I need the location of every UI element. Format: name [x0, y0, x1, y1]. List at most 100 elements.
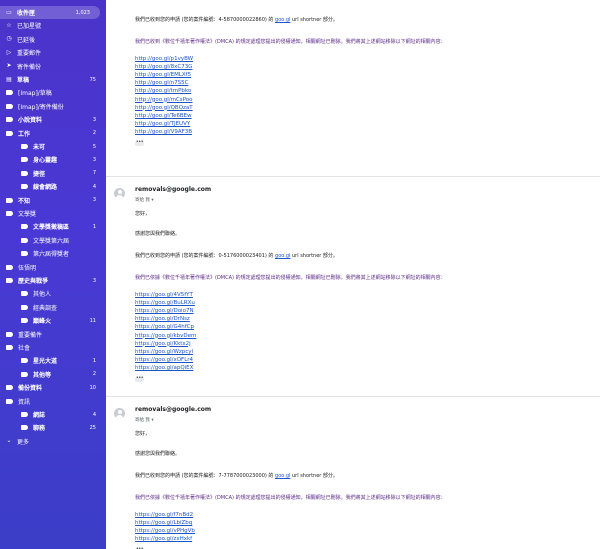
unread-count: 4	[92, 411, 96, 418]
tag-icon	[21, 237, 28, 243]
unread-count: 5	[92, 143, 96, 150]
sidebar-item[interactable]: 第六屆得獎者	[0, 247, 106, 260]
sidebar-item[interactable]: 文學獎	[0, 207, 106, 220]
sidebar-item[interactable]: 社會	[0, 341, 106, 354]
sidebar-item-label: 草稿	[17, 77, 30, 84]
removed-url-link[interactable]: http://goo.gl/TJEUVY	[135, 121, 190, 127]
sidebar-item[interactable]: 歷史與戰爭 3	[0, 274, 106, 287]
sidebar-item[interactable]: 聊務 25	[0, 421, 106, 434]
case-received-line: 我們已收到您的申請 (您的案件編號：4-5870000022860) 的 goo…	[135, 16, 338, 23]
sidebar-item[interactable]: ▷ 重要郵件	[0, 46, 106, 59]
removed-url-link[interactable]: https://goo.gl/G4hfCp	[135, 324, 194, 330]
case-received-suffix: url shortner 部分。	[291, 253, 338, 259]
sidebar-item-label: 已延後	[17, 36, 36, 44]
sidebar-item-label: 歷史與戰爭	[18, 278, 49, 285]
removed-url-link[interactable]: https://goo.gl/LbiZbq	[135, 520, 192, 526]
sidebar-item[interactable]: 其他等 2	[0, 368, 106, 381]
show-trimmed-content-button[interactable]: •••	[135, 140, 144, 146]
sidebar-item[interactable]: ⌄ 更多	[0, 435, 106, 448]
sidebar-item[interactable]: ➤ 寄件備份	[0, 60, 106, 73]
tag-icon	[21, 358, 28, 364]
removed-url-link[interactable]: https://goo.gl/Doio7N	[135, 308, 194, 314]
sidebar-item[interactable]: 工作 2	[0, 127, 106, 140]
sidebar-item-label: 社會	[18, 345, 31, 352]
removed-url-link[interactable]: https://goo.gl/vPHgVb	[135, 528, 195, 534]
sidebar-item[interactable]: 網誌 4	[0, 408, 106, 421]
removed-url-link[interactable]: https://goo.gl/Wzpcyl	[135, 349, 193, 355]
sidebar-item[interactable]: 備份資料 10	[0, 381, 106, 394]
removed-url-link[interactable]: https://goo.gl/4V5fYT	[135, 292, 193, 298]
sidebar-item[interactable]: [Imap]/草稿	[0, 86, 106, 99]
sidebar-item[interactable]: 不知 3	[0, 194, 106, 207]
sidebar-item[interactable]: 未可 5	[0, 140, 106, 153]
goo-gl-link[interactable]: goo.gl	[275, 473, 290, 479]
sidebar-item-label: 不知	[18, 197, 31, 205]
goo-gl-link[interactable]: goo.gl	[275, 17, 290, 23]
unread-count: 75	[89, 76, 96, 83]
removed-url-link[interactable]: http://goo.gl/V9AF3B	[135, 129, 192, 135]
removed-url-link[interactable]: http://goo.gl/EMLXf5	[135, 72, 191, 78]
dmca-notice-text: 我們已依據《數位千禧年著作權法》(DMCA) 的規定處理您提出的侵權通知，相關網…	[135, 275, 446, 281]
sidebar-item[interactable]: 小說資料 3	[0, 113, 106, 126]
sidebar-item[interactable]: ▭ 收件匣 1,023	[0, 6, 100, 19]
sidebar-item-label: 經典調查	[33, 304, 58, 312]
removed-url-link[interactable]: http://goo.gl/n7S5C	[135, 80, 188, 86]
sidebar-item[interactable]: [Imap]/寄件備份	[0, 100, 106, 113]
removed-url-link[interactable]: https://goo.gl/apQiEX	[135, 365, 193, 371]
sidebar-item[interactable]: 星光大道 1	[0, 354, 106, 367]
sidebar-item[interactable]: ☆ 已加星號	[0, 19, 106, 32]
removed-url-link[interactable]: http://goo.gl/Te6BEw	[135, 113, 192, 119]
sender-address: removals@google.com	[135, 186, 212, 193]
show-trimmed-content-button[interactable]: •••	[135, 376, 144, 382]
sidebar-item-label: 聊務	[33, 425, 46, 433]
unread-count: 11	[89, 317, 96, 324]
tag-icon	[6, 331, 13, 337]
sidebar-item[interactable]: 資訊	[0, 395, 106, 408]
unread-count: 4	[92, 183, 96, 190]
sidebar-item[interactable]: 線會網路 4	[0, 180, 106, 193]
removed-url-link[interactable]: https://goo.gl/kbvDem	[135, 333, 196, 339]
tag-icon	[6, 103, 13, 109]
removed-url-link[interactable]: https://goo.gl/DrNsz	[135, 316, 190, 322]
sidebar-item-label: 星光大道	[33, 358, 58, 366]
unread-count: 7	[92, 170, 96, 177]
removed-url-link[interactable]: https://goo.gl/zxHxkf	[135, 536, 192, 542]
unread-count: 3	[92, 197, 96, 204]
removed-url-link[interactable]: http://goo.gl/mCsPoo	[135, 97, 193, 103]
removed-url-link[interactable]: http://goo.gl/QBQzaT	[135, 105, 193, 111]
removed-url-link[interactable]: https://goo.gl/Kktx2j	[135, 341, 191, 347]
sidebar-item[interactable]: 文學獎徵稿區 1	[0, 220, 106, 233]
recipient-dropdown[interactable]: 寄給 我 ▾	[135, 197, 154, 203]
tag-icon	[6, 117, 13, 123]
removed-url-link[interactable]: http://goo.gl/tmPbko	[135, 88, 191, 94]
case-received-text: 我們已收到您的申請 (您的案件編號：4-5870000022860) 的	[135, 17, 274, 23]
sidebar-item-label: 備份資料	[18, 385, 43, 393]
sidebar-item[interactable]: 捷徑 7	[0, 167, 106, 180]
sidebar-item[interactable]: 經典調查	[0, 301, 106, 314]
sidebar-item[interactable]: 文學獎第六屆	[0, 234, 106, 247]
sidebar-item-label: 文學獎徵稿區	[33, 224, 70, 232]
sidebar-item[interactable]: 巔峰火 11	[0, 314, 106, 327]
tag-icon	[6, 278, 13, 283]
sidebar-item[interactable]: ◷ 已延後	[0, 33, 106, 46]
removed-url-link[interactable]: http://goo.gl/8xC73G	[135, 64, 192, 70]
removed-url-link[interactable]: https://goo.gl/xOFLr4	[135, 357, 193, 363]
recipient-dropdown[interactable]: 寄給 我 ▾	[135, 417, 154, 423]
sidebar-item[interactable]: 伍悟明	[0, 261, 106, 274]
sidebar-item-label: 其他等	[33, 371, 52, 379]
sidebar-item[interactable]: 身心靈趣 3	[0, 153, 106, 166]
goo-gl-link[interactable]: goo.gl	[275, 253, 290, 259]
greeting-text: 您好，	[135, 431, 151, 437]
removed-url-link[interactable]: https://goo.gl/BuLRXu	[135, 300, 195, 306]
tag-icon	[6, 197, 13, 203]
sidebar-item[interactable]: 其他人	[0, 287, 106, 300]
sidebar-item[interactable]: 重要備件	[0, 328, 106, 341]
removed-url-link[interactable]: https://goo.gl/f7nBd2	[135, 512, 193, 518]
sidebar-item-label: 第六屆得獎者	[33, 251, 70, 259]
sidebar-item[interactable]: ▤ 草稿 75	[0, 73, 106, 86]
thanks-text: 感謝您與我們聯絡。	[135, 0, 180, 1]
removed-url-link[interactable]: http://goo.gl/p1vyBW	[135, 56, 193, 62]
unread-count: 25	[89, 424, 96, 431]
tag-icon	[21, 291, 28, 297]
avatar	[114, 408, 125, 419]
